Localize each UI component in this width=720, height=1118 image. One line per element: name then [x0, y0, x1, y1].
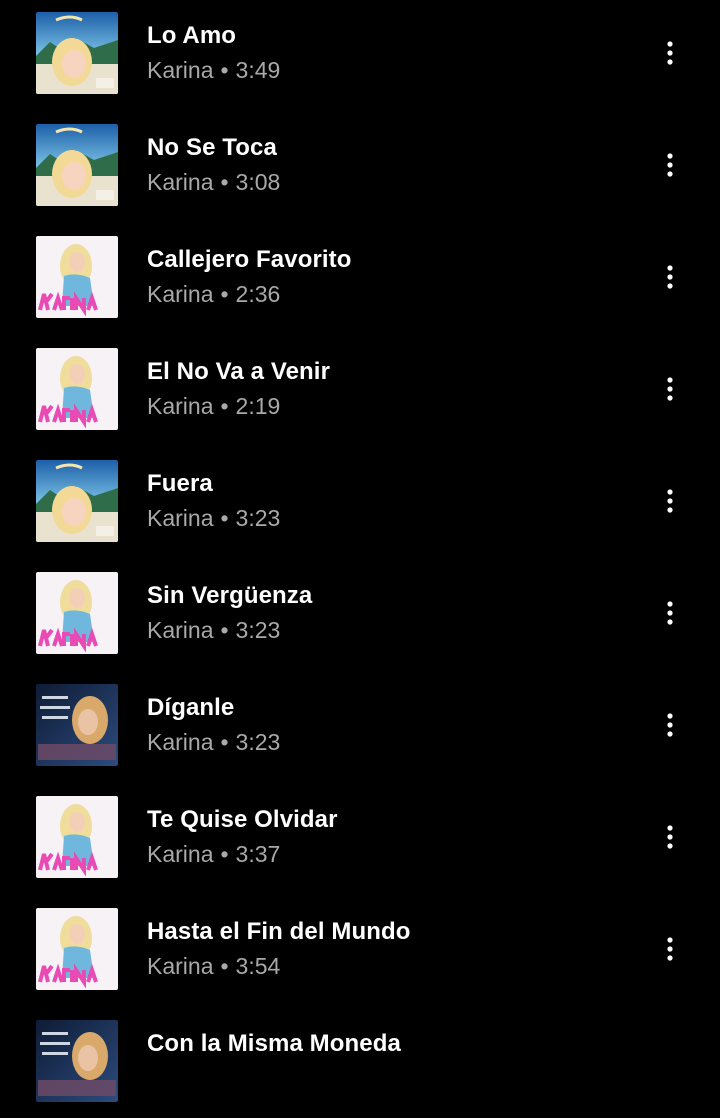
album-cover-thumbnail — [36, 572, 118, 654]
more-vert-icon — [667, 489, 673, 513]
song-title: Te Quise Olvidar — [147, 806, 338, 833]
album-cover-thumbnail — [36, 12, 118, 94]
song-artist: Karina — [147, 953, 214, 979]
song-title: No Se Toca — [147, 134, 277, 161]
song-duration: 3:08 — [235, 169, 281, 195]
album-cover-thumbnail — [36, 796, 118, 878]
meta-separator: • — [220, 505, 229, 531]
song-duration: 2:36 — [235, 281, 281, 307]
song-title: Callejero Favorito — [147, 246, 352, 273]
song-artist: Karina — [147, 57, 214, 83]
song-artist: Karina — [147, 505, 214, 531]
meta-separator: • — [220, 953, 229, 979]
more-vert-icon — [667, 601, 673, 625]
song-duration: 3:49 — [235, 57, 281, 83]
song-title: Lo Amo — [147, 22, 237, 49]
song-subtitle: Karina • 3:23 — [147, 505, 280, 532]
more-options-button[interactable] — [646, 813, 694, 861]
song-subtitle: Karina • 3:54 — [147, 953, 280, 980]
album-cover-thumbnail — [36, 908, 118, 990]
song-subtitle: Karina • 3:23 — [147, 617, 280, 644]
song-row[interactable]: No Se Toca Karina • 3:08 — [0, 110, 720, 222]
song-subtitle: Karina • 2:36 — [147, 281, 280, 308]
song-subtitle: Karina • 3:49 — [147, 57, 280, 84]
album-cover-thumbnail — [36, 348, 118, 430]
more-options-button[interactable] — [646, 141, 694, 189]
song-subtitle: Karina • 3:37 — [147, 841, 280, 868]
more-vert-icon — [667, 265, 673, 289]
song-duration: 3:23 — [235, 617, 281, 643]
song-subtitle: Karina • 3:23 — [147, 729, 280, 756]
song-title: Díganle — [147, 694, 235, 721]
song-duration: 3:54 — [235, 953, 281, 979]
song-row[interactable]: Te Quise Olvidar Karina • 3:37 — [0, 782, 720, 894]
meta-separator: • — [220, 57, 229, 83]
more-options-button[interactable] — [646, 365, 694, 413]
song-artist: Karina — [147, 281, 214, 307]
song-row[interactable]: Con la Misma Moneda — [0, 1006, 720, 1118]
song-title: El No Va a Venir — [147, 358, 331, 385]
meta-separator: • — [220, 393, 229, 419]
album-cover-thumbnail — [36, 684, 118, 766]
song-duration: 3:23 — [235, 729, 281, 755]
song-artist: Karina — [147, 841, 214, 867]
song-title: Fuera — [147, 470, 213, 497]
song-list: Lo Amo Karina • 3:49 No Se Toca Karina • 3:0… — [0, 0, 720, 1118]
song-artist: Karina — [147, 169, 214, 195]
song-row[interactable]: Fuera Karina • 3:23 — [0, 446, 720, 558]
song-row[interactable]: Sin Vergüenza Karina • 3:23 — [0, 558, 720, 670]
song-title: Con la Misma Moneda — [147, 1030, 401, 1057]
meta-separator: • — [220, 169, 229, 195]
song-subtitle: Karina • 3:08 — [147, 169, 280, 196]
album-cover-thumbnail — [36, 460, 118, 542]
more-options-button[interactable] — [646, 477, 694, 525]
song-title: Hasta el Fin del Mundo — [147, 918, 411, 945]
song-row[interactable]: Lo Amo Karina • 3:49 — [0, 0, 720, 110]
song-subtitle: Karina • 2:19 — [147, 393, 280, 420]
more-options-button[interactable] — [646, 701, 694, 749]
song-title: Sin Vergüenza — [147, 582, 313, 609]
song-duration: 3:23 — [235, 505, 281, 531]
meta-separator: • — [220, 729, 229, 755]
song-duration: 3:37 — [235, 841, 281, 867]
meta-separator: • — [220, 281, 229, 307]
more-vert-icon — [667, 713, 673, 737]
song-row[interactable]: El No Va a Venir Karina • 2:19 — [0, 334, 720, 446]
more-vert-icon — [667, 41, 673, 65]
more-vert-icon — [667, 937, 673, 961]
more-options-button[interactable] — [646, 253, 694, 301]
album-cover-thumbnail — [36, 1020, 118, 1102]
song-row[interactable]: Díganle Karina • 3:23 — [0, 670, 720, 782]
more-options-button[interactable] — [646, 925, 694, 973]
song-artist: Karina — [147, 729, 214, 755]
album-cover-thumbnail — [36, 236, 118, 318]
song-row[interactable]: Callejero Favorito Karina • 2:36 — [0, 222, 720, 334]
album-cover-thumbnail — [36, 124, 118, 206]
meta-separator: • — [220, 841, 229, 867]
more-vert-icon — [667, 153, 673, 177]
meta-separator: • — [220, 617, 229, 643]
song-artist: Karina — [147, 393, 214, 419]
song-artist: Karina — [147, 617, 214, 643]
song-duration: 2:19 — [235, 393, 281, 419]
more-options-button[interactable] — [646, 589, 694, 637]
more-vert-icon — [667, 377, 673, 401]
song-row[interactable]: Hasta el Fin del Mundo Karina • 3:54 — [0, 894, 720, 1006]
more-vert-icon — [667, 825, 673, 849]
more-options-button[interactable] — [646, 29, 694, 77]
